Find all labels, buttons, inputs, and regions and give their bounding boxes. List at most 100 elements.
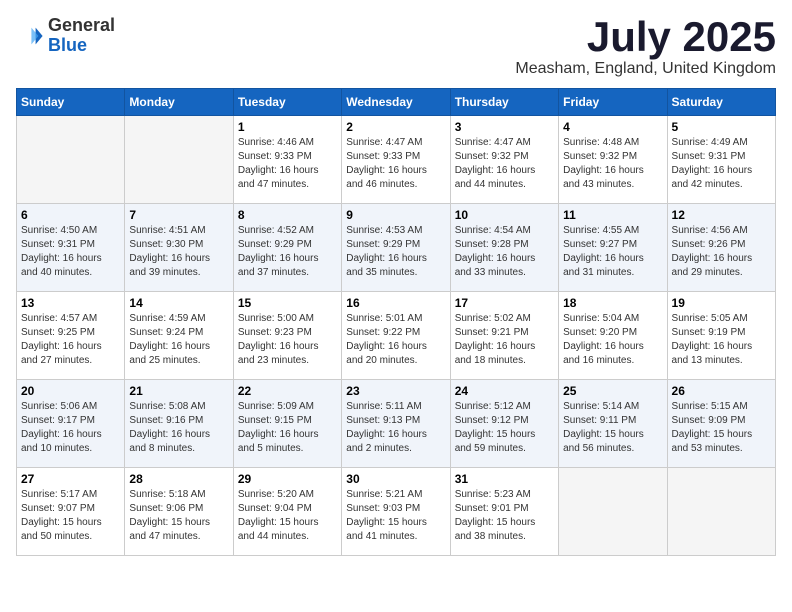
calendar-cell: 10 Sunrise: 4:54 AM Sunset: 9:28 PM Dayli… — [450, 204, 558, 292]
day-detail: Sunrise: 4:47 AM Sunset: 9:32 PM Dayligh… — [455, 136, 554, 192]
page-header: General Blue July 2025 Measham, England,… — [16, 16, 776, 78]
calendar-cell: 23 Sunrise: 5:11 AM Sunset: 9:13 PM Dayli… — [342, 380, 450, 468]
calendar-cell: 6Sunrise: 4:50 AM Sunset: 9:31 PM Daylig… — [17, 204, 125, 292]
calendar-cell: 29 Sunrise: 5:20 AM Sunset: 9:04 PM Dayli… — [233, 468, 341, 556]
day-detail: Sunrise: 4:59 AM Sunset: 9:24 PM Dayligh… — [129, 312, 228, 368]
day-detail: Sunrise: 5:09 AM Sunset: 9:15 PM Dayligh… — [238, 400, 337, 456]
day-number: 17 — [455, 296, 554, 310]
calendar-cell: 20 Sunrise: 5:06 AM Sunset: 9:17 PM Dayli… — [17, 380, 125, 468]
day-number: 21 — [129, 384, 228, 398]
day-number: 13 — [21, 296, 120, 310]
day-number: 5 — [672, 120, 771, 134]
day-detail: Sunrise: 4:54 AM Sunset: 9:28 PM Dayligh… — [455, 224, 554, 280]
weekday-header: Thursday — [450, 89, 558, 116]
day-number: 16 — [346, 296, 445, 310]
day-number: 14 — [129, 296, 228, 310]
calendar-cell — [17, 116, 125, 204]
calendar-cell: 18Sunrise: 5:04 AM Sunset: 9:20 PM Dayli… — [559, 292, 667, 380]
calendar-cell: 16 Sunrise: 5:01 AM Sunset: 9:22 PM Dayli… — [342, 292, 450, 380]
calendar-cell: 25 Sunrise: 5:14 AM Sunset: 9:11 PM Dayli… — [559, 380, 667, 468]
calendar-cell: 28Sunrise: 5:18 AM Sunset: 9:06 PM Dayli… — [125, 468, 233, 556]
calendar-cell: 19Sunrise: 5:05 AM Sunset: 9:19 PM Dayli… — [667, 292, 775, 380]
logo-general: General — [48, 16, 115, 36]
calendar-cell: 9Sunrise: 4:53 AM Sunset: 9:29 PM Daylig… — [342, 204, 450, 292]
calendar-cell: 3Sunrise: 4:47 AM Sunset: 9:32 PM Daylig… — [450, 116, 558, 204]
day-number: 30 — [346, 472, 445, 486]
calendar-cell: 21 Sunrise: 5:08 AM Sunset: 9:16 PM Dayli… — [125, 380, 233, 468]
day-detail: Sunrise: 4:55 AM Sunset: 9:27 PM Dayligh… — [563, 224, 662, 280]
day-number: 2 — [346, 120, 445, 134]
day-detail: Sunrise: 4:47 AM Sunset: 9:33 PM Dayligh… — [346, 136, 445, 192]
day-detail: Sunrise: 4:46 AM Sunset: 9:33 PM Dayligh… — [238, 136, 337, 192]
day-number: 1 — [238, 120, 337, 134]
calendar-cell: 31Sunrise: 5:23 AM Sunset: 9:01 PM Dayli… — [450, 468, 558, 556]
day-number: 15 — [238, 296, 337, 310]
day-detail: Sunrise: 4:57 AM Sunset: 9:25 PM Dayligh… — [21, 312, 120, 368]
calendar-cell: 5 Sunrise: 4:49 AM Sunset: 9:31 PM Daylig… — [667, 116, 775, 204]
calendar-cell: 30Sunrise: 5:21 AM Sunset: 9:03 PM Dayli… — [342, 468, 450, 556]
calendar-table: SundayMondayTuesdayWednesdayThursdayFrid… — [16, 88, 776, 556]
day-number: 4 — [563, 120, 662, 134]
day-number: 9 — [346, 208, 445, 222]
calendar-cell: 14 Sunrise: 4:59 AM Sunset: 9:24 PM Dayli… — [125, 292, 233, 380]
day-number: 28 — [129, 472, 228, 486]
logo-icon — [16, 22, 44, 50]
calendar-cell — [667, 468, 775, 556]
day-detail: Sunrise: 4:56 AM Sunset: 9:26 PM Dayligh… — [672, 224, 771, 280]
day-number: 20 — [21, 384, 120, 398]
day-number: 25 — [563, 384, 662, 398]
day-detail: Sunrise: 4:50 AM Sunset: 9:31 PM Dayligh… — [21, 224, 120, 280]
calendar-cell: 17 Sunrise: 5:02 AM Sunset: 9:21 PM Dayli… — [450, 292, 558, 380]
day-detail: Sunrise: 4:49 AM Sunset: 9:31 PM Dayligh… — [672, 136, 771, 192]
day-detail: Sunrise: 4:48 AM Sunset: 9:32 PM Dayligh… — [563, 136, 662, 192]
day-number: 22 — [238, 384, 337, 398]
weekday-header: Friday — [559, 89, 667, 116]
day-number: 29 — [238, 472, 337, 486]
day-detail: Sunrise: 5:00 AM Sunset: 9:23 PM Dayligh… — [238, 312, 337, 368]
day-number: 19 — [672, 296, 771, 310]
weekday-header: Tuesday — [233, 89, 341, 116]
calendar-cell: 24 Sunrise: 5:12 AM Sunset: 9:12 PM Dayli… — [450, 380, 558, 468]
logo-text: General Blue — [48, 16, 115, 56]
day-number: 11 — [563, 208, 662, 222]
calendar-cell: 13 Sunrise: 4:57 AM Sunset: 9:25 PM Dayli… — [17, 292, 125, 380]
calendar-cell: 4 Sunrise: 4:48 AM Sunset: 9:32 PM Daylig… — [559, 116, 667, 204]
weekday-header: Wednesday — [342, 89, 450, 116]
day-number: 18 — [563, 296, 662, 310]
calendar-week-row: 1 Sunrise: 4:46 AM Sunset: 9:33 PM Daylig… — [17, 116, 776, 204]
day-detail: Sunrise: 5:12 AM Sunset: 9:12 PM Dayligh… — [455, 400, 554, 456]
location: Measham, England, United Kingdom — [515, 60, 776, 78]
day-number: 8 — [238, 208, 337, 222]
calendar-week-row: 13 Sunrise: 4:57 AM Sunset: 9:25 PM Dayli… — [17, 292, 776, 380]
calendar-cell — [125, 116, 233, 204]
weekday-header: Monday — [125, 89, 233, 116]
calendar-week-row: 20 Sunrise: 5:06 AM Sunset: 9:17 PM Dayli… — [17, 380, 776, 468]
day-detail: Sunrise: 5:06 AM Sunset: 9:17 PM Dayligh… — [21, 400, 120, 456]
title-block: July 2025 Measham, England, United Kingd… — [515, 16, 776, 78]
day-number: 26 — [672, 384, 771, 398]
day-number: 10 — [455, 208, 554, 222]
day-number: 12 — [672, 208, 771, 222]
calendar-cell: 22 Sunrise: 5:09 AM Sunset: 9:15 PM Dayli… — [233, 380, 341, 468]
weekday-header: Sunday — [17, 89, 125, 116]
day-detail: Sunrise: 5:02 AM Sunset: 9:21 PM Dayligh… — [455, 312, 554, 368]
day-detail: Sunrise: 5:14 AM Sunset: 9:11 PM Dayligh… — [563, 400, 662, 456]
day-number: 24 — [455, 384, 554, 398]
calendar-cell: 7Sunrise: 4:51 AM Sunset: 9:30 PM Daylig… — [125, 204, 233, 292]
calendar-cell: 27Sunrise: 5:17 AM Sunset: 9:07 PM Dayli… — [17, 468, 125, 556]
logo: General Blue — [16, 16, 115, 56]
day-detail: Sunrise: 5:08 AM Sunset: 9:16 PM Dayligh… — [129, 400, 228, 456]
calendar-cell — [559, 468, 667, 556]
day-number: 7 — [129, 208, 228, 222]
day-number: 31 — [455, 472, 554, 486]
day-detail: Sunrise: 5:01 AM Sunset: 9:22 PM Dayligh… — [346, 312, 445, 368]
day-detail: Sunrise: 5:15 AM Sunset: 9:09 PM Dayligh… — [672, 400, 771, 456]
day-detail: Sunrise: 5:11 AM Sunset: 9:13 PM Dayligh… — [346, 400, 445, 456]
calendar-cell: 11 Sunrise: 4:55 AM Sunset: 9:27 PM Dayli… — [559, 204, 667, 292]
calendar-cell: 26 Sunrise: 5:15 AM Sunset: 9:09 PM Dayli… — [667, 380, 775, 468]
day-detail: Sunrise: 5:20 AM Sunset: 9:04 PM Dayligh… — [238, 488, 337, 544]
day-number: 23 — [346, 384, 445, 398]
calendar-week-row: 6Sunrise: 4:50 AM Sunset: 9:31 PM Daylig… — [17, 204, 776, 292]
logo-blue: Blue — [48, 36, 115, 56]
calendar-cell: 8Sunrise: 4:52 AM Sunset: 9:29 PM Daylig… — [233, 204, 341, 292]
